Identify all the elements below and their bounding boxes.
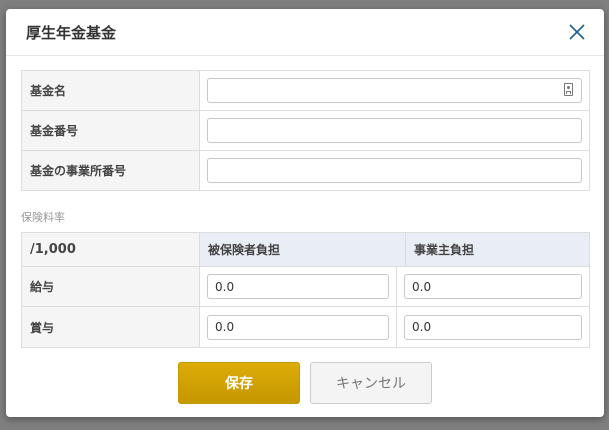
rate-table-header: /1,000 被保険者負担 事業主負担 <box>22 233 589 266</box>
contact-card-icon[interactable] <box>564 83 573 96</box>
rate-section-label: 保険料率 <box>21 211 65 224</box>
dialog-buttons: 保存 キャンセル <box>6 362 604 404</box>
fund-number-cell <box>200 111 589 150</box>
dialog-header: 厚生年金基金 <box>6 9 604 56</box>
fund-info-table: 基金名 基金番号 基金の事業所番号 <box>21 70 590 191</box>
cancel-button[interactable]: キャンセル <box>310 362 432 404</box>
fund-name-label: 基金名 <box>22 71 200 110</box>
insurance-rate-table: /1,000 被保険者負担 事業主負担 給与 0.0 0.0 賞与 0.0 0.… <box>21 232 590 348</box>
bonus-rate-row: 賞与 0.0 0.0 <box>22 306 589 347</box>
bonus-insured-input[interactable]: 0.0 <box>207 314 389 340</box>
fund-number-label: 基金番号 <box>22 111 200 150</box>
bonus-label: 賞与 <box>22 307 200 347</box>
close-button[interactable] <box>564 19 590 45</box>
fund-name-cell <box>200 71 589 110</box>
fund-dialog: 厚生年金基金 基金名 基金番号 基金の事業所番号 保険料率 /1,000 被保険… <box>6 9 604 417</box>
salary-label: 給与 <box>22 267 200 306</box>
office-number-cell <box>200 151 589 190</box>
bonus-employer-input[interactable]: 0.0 <box>404 314 582 340</box>
rate-unit-label: /1,000 <box>22 233 200 266</box>
salary-insured-input[interactable]: 0.0 <box>207 274 389 299</box>
salary-insured-cell: 0.0 <box>200 267 397 306</box>
office-number-row: 基金の事業所番号 <box>22 150 589 190</box>
fund-name-input[interactable] <box>207 78 582 103</box>
office-number-input[interactable] <box>207 158 582 183</box>
fund-number-input[interactable] <box>207 118 582 143</box>
fund-number-row: 基金番号 <box>22 110 589 150</box>
insured-share-header: 被保険者負担 <box>200 233 406 266</box>
salary-employer-cell: 0.0 <box>397 267 589 306</box>
office-number-label: 基金の事業所番号 <box>22 151 200 190</box>
close-icon <box>569 24 585 40</box>
salary-rate-row: 給与 0.0 0.0 <box>22 266 589 306</box>
salary-employer-input[interactable]: 0.0 <box>404 274 582 299</box>
bonus-insured-cell: 0.0 <box>200 307 397 347</box>
save-button[interactable]: 保存 <box>178 362 300 404</box>
fund-name-row: 基金名 <box>22 71 589 110</box>
dialog-title: 厚生年金基金 <box>26 23 117 42</box>
employer-share-header: 事業主負担 <box>406 233 589 266</box>
bonus-employer-cell: 0.0 <box>397 307 589 347</box>
